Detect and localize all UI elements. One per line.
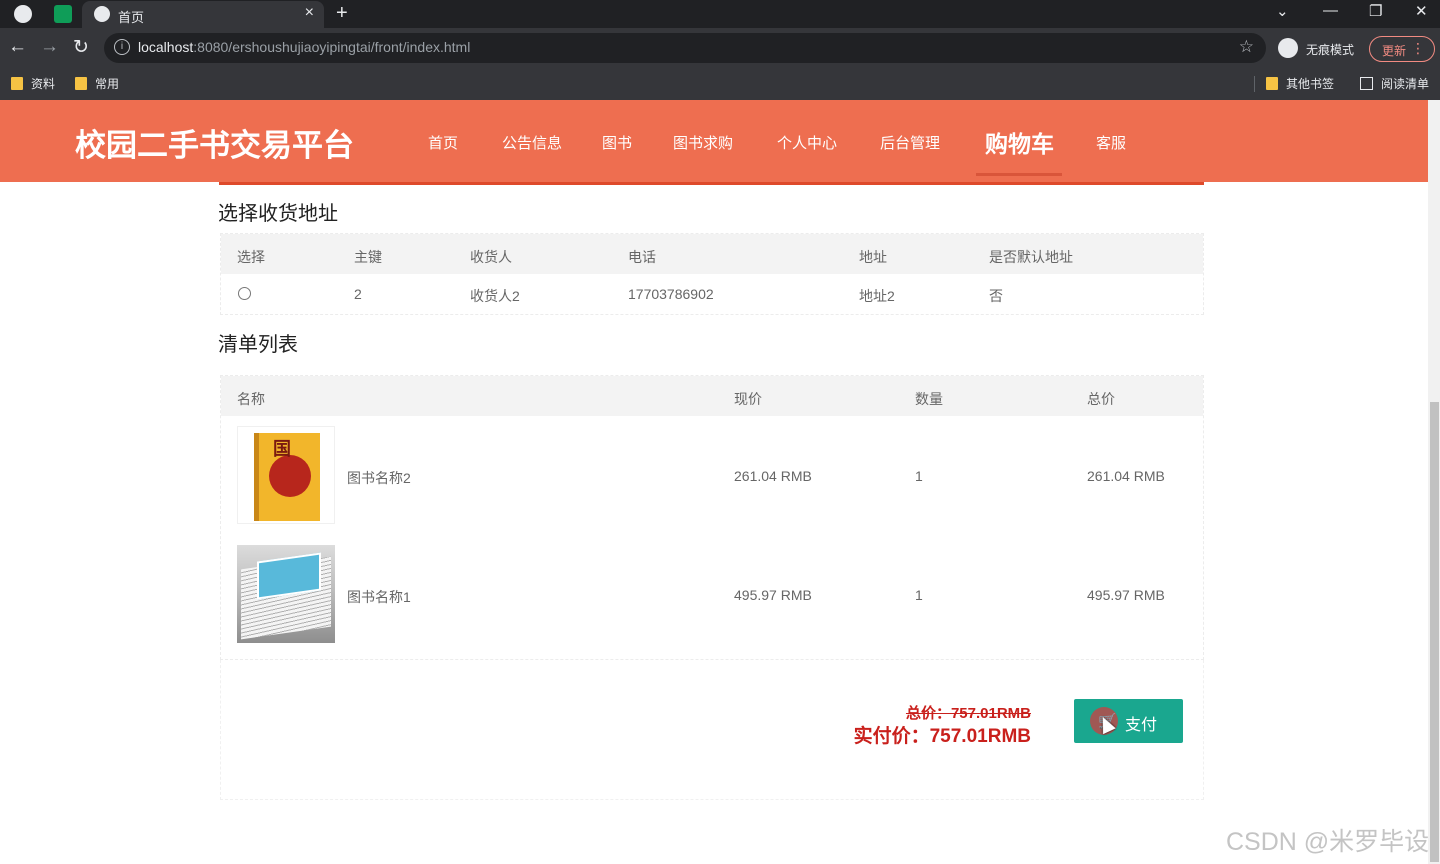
reading-list[interactable]: 阅读清单: [1360, 75, 1429, 92]
folder-icon: [1266, 77, 1278, 90]
globe-icon: [94, 6, 110, 22]
reload-icon[interactable]: ↻: [73, 36, 89, 59]
cart-item-name[interactable]: 图书名称1: [347, 587, 411, 607]
col-price: 现价: [734, 391, 762, 407]
bookmark-folder-changyong[interactable]: 常用: [75, 75, 119, 92]
site-header: 校园二手书交易平台 首页 公告信息 图书 图书求购 个人中心 后台管理 购物车 …: [0, 100, 1428, 185]
reading-list-icon: [1360, 77, 1373, 90]
nav-book-requests[interactable]: 图书求购: [673, 132, 733, 153]
cart-item-price: 261.04 RMB: [734, 468, 812, 484]
tab-search-icon[interactable]: ⌄: [1276, 2, 1289, 20]
cart-item-qty: 1: [915, 587, 923, 603]
table-header: 名称 现价 数量 总价: [221, 376, 1203, 416]
cart-table: 名称 现价 数量 总价 国 图书名称2 261.04 RMB 1 261.04 …: [220, 375, 1204, 660]
col-id: 主键: [354, 249, 382, 265]
address-receiver: 收货人2: [470, 288, 520, 304]
browser-globe-icon[interactable]: [14, 5, 32, 23]
bookmarks-divider: [1254, 76, 1255, 92]
nav-cart[interactable]: 购物车: [985, 125, 1054, 159]
col-address: 地址: [859, 249, 887, 265]
browser-tab-active[interactable]: 首页 ×: [82, 1, 324, 28]
nav-home[interactable]: 首页: [428, 132, 458, 153]
nav-personal-center[interactable]: 个人中心: [777, 132, 837, 153]
site-info-icon[interactable]: i: [114, 39, 130, 55]
col-phone: 电话: [628, 249, 656, 265]
incognito-icon[interactable]: [1278, 38, 1298, 58]
address-section-title: 选择收货地址: [218, 203, 338, 225]
window-close-icon[interactable]: ✕: [1415, 2, 1428, 20]
url-input[interactable]: i localhost:8080/ershoushujiaoyipingtai/…: [104, 33, 1266, 63]
address-text: 地址2: [859, 288, 895, 304]
cart-item-name[interactable]: 图书名称2: [347, 468, 411, 488]
sheets-tab-icon[interactable]: [54, 5, 72, 23]
folder-icon: [75, 77, 87, 90]
incognito-label: 无痕模式: [1306, 43, 1355, 57]
col-receiver: 收货人: [470, 249, 512, 265]
cart-item-qty: 1: [915, 468, 923, 484]
new-tab-icon[interactable]: +: [336, 2, 348, 25]
bookmark-other[interactable]: 其他书签: [1266, 75, 1334, 92]
pay-button-label: 支付: [1125, 717, 1158, 734]
book-cover-image[interactable]: 国: [237, 426, 335, 524]
watermark: CSDN @米罗毕设: [1226, 828, 1430, 856]
cart-item-price: 495.97 RMB: [734, 587, 812, 603]
col-select: 选择: [237, 249, 265, 265]
address-table: 选择 主键 收货人 电话 地址 是否默认地址 2 收货人2 1770378690…: [220, 233, 1204, 315]
back-icon[interactable]: ←: [8, 36, 27, 58]
pay-button[interactable]: 🛒 支付: [1074, 699, 1183, 743]
cart-item-total: 261.04 RMB: [1087, 468, 1165, 484]
cart-section-title: 清单列表: [218, 334, 298, 356]
site-logo[interactable]: 校园二手书交易平台: [75, 120, 354, 165]
address-is-default: 否: [989, 288, 1003, 304]
restore-icon[interactable]: ❐: [1369, 2, 1382, 20]
book-cover-image[interactable]: [237, 545, 335, 643]
col-name: 名称: [237, 391, 265, 407]
url-text: localhost:8080/ershoushujiaoyipingtai/fr…: [138, 39, 471, 55]
bookmarks-bar: 资料 常用 其他书签 阅读清单: [0, 68, 1440, 100]
update-button[interactable]: 更新 ⋮: [1369, 36, 1435, 62]
pay-area: [220, 660, 1204, 800]
nav-customer-service[interactable]: 客服: [1096, 132, 1126, 153]
active-nav-underline: [976, 173, 1062, 176]
book-cover-yellow-icon: 国: [254, 433, 320, 521]
forward-icon[interactable]: →: [40, 36, 59, 58]
actual-total: 实付价：757.01RMB: [853, 726, 1031, 747]
col-default: 是否默认地址: [989, 249, 1073, 265]
nav-books[interactable]: 图书: [602, 132, 632, 153]
browser-tab-strip: 首页 × + ⌄ — ❐ ✕: [0, 0, 1440, 28]
menu-dots-icon: ⋮: [1411, 40, 1425, 56]
nav-admin[interactable]: 后台管理: [880, 132, 940, 153]
scrollbar-thumb[interactable]: [1430, 402, 1439, 862]
minimize-icon[interactable]: —: [1323, 2, 1338, 19]
tab-title: 首页: [118, 10, 145, 25]
close-tab-icon[interactable]: ×: [305, 4, 314, 22]
folder-icon: [11, 77, 23, 90]
cart-item-total: 495.97 RMB: [1087, 587, 1165, 603]
address-phone: 17703786902: [628, 286, 714, 302]
table-header: 选择 主键 收货人 电话 地址 是否默认地址: [221, 234, 1203, 274]
bookmark-folder-ziliao[interactable]: 资料: [11, 75, 55, 92]
original-total: 总价：757.01RMB: [905, 705, 1031, 722]
col-total: 总价: [1087, 391, 1115, 407]
col-qty: 数量: [915, 391, 943, 407]
address-id: 2: [354, 286, 362, 302]
address-radio[interactable]: [238, 287, 251, 300]
nav-notices[interactable]: 公告信息: [502, 132, 562, 153]
address-bar: ← → ↻ i localhost:8080/ershoushujiaoyipi…: [0, 28, 1440, 68]
bookmark-star-icon[interactable]: ☆: [1239, 37, 1254, 57]
